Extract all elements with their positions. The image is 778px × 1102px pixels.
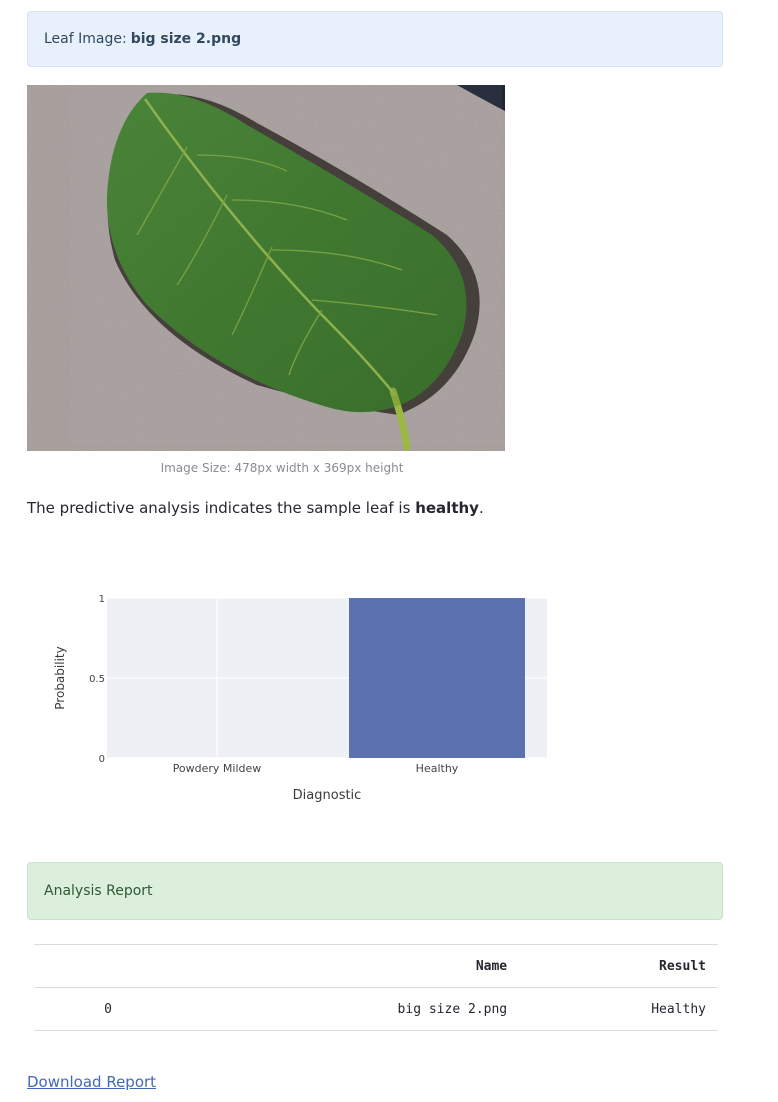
y-tick-label: 0 [99, 754, 105, 765]
leaf-image-info-box: Leaf Image: big size 2.png [27, 11, 723, 67]
info-prefix: Leaf Image: [44, 31, 127, 47]
probability-chart-svg: 0 0.5 1 Powdery Mildew Healthy Diagnostic P… [53, 594, 547, 803]
y-tick-label: 1 [99, 594, 105, 605]
prediction-statement: The predictive analysis indicates the sa… [27, 499, 484, 517]
column-header-name: Name [182, 944, 520, 988]
prediction-result: healthy [415, 499, 479, 517]
x-axis-label: Diagnostic [293, 788, 362, 803]
row-index: 0 [34, 987, 182, 1031]
row-name: big size 2.png [182, 987, 520, 1031]
analysis-report-header: Analysis Report [27, 862, 723, 920]
row-result: Healthy [519, 987, 718, 1031]
leaf-image [27, 85, 505, 451]
report-table: Name Result 0 big size 2.png Healthy [34, 944, 718, 1031]
x-tick-label: Powdery Mildew [173, 762, 262, 775]
leaf-photo [27, 85, 505, 451]
prediction-period: . [478, 499, 484, 517]
column-header-index [34, 944, 182, 988]
table-header-row: Name Result [34, 944, 718, 988]
analysis-report-title: Analysis Report [44, 883, 153, 899]
image-size-caption: Image Size: 478px width x 369px height [160, 461, 404, 475]
x-tick-label: Healthy [416, 762, 459, 775]
bar-healthy[interactable] [349, 598, 525, 758]
y-tick-label: 0.5 [89, 674, 105, 685]
leaf-image-filename: big size 2.png [130, 31, 242, 47]
y-axis-label: Probability [53, 646, 67, 709]
table-row: 0 big size 2.png Healthy [34, 987, 718, 1031]
prediction-text: The predictive analysis indicates the sa… [27, 499, 411, 517]
download-report-link[interactable]: Download Report [27, 1073, 156, 1091]
column-header-result: Result [519, 944, 718, 988]
probability-chart: 0 0.5 1 Powdery Mildew Healthy Diagnostic P… [40, 580, 560, 820]
